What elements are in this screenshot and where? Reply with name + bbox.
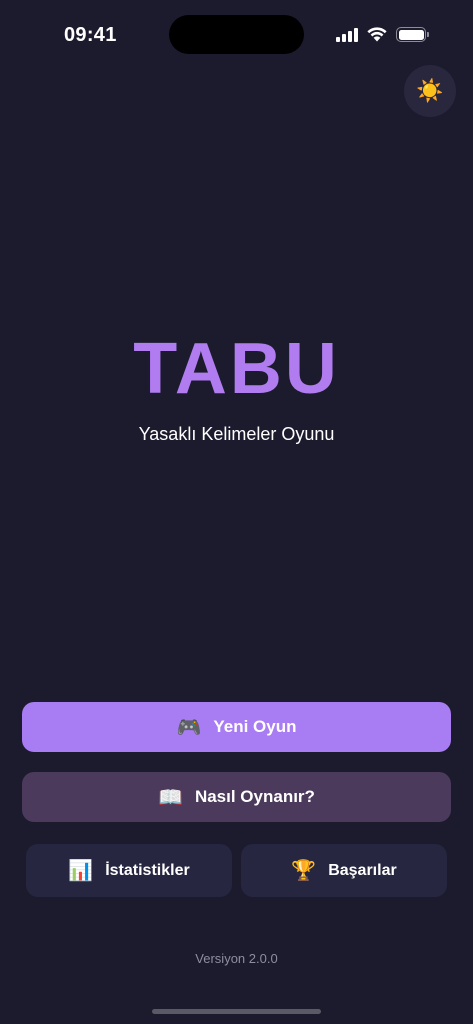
- sun-icon: ☀️: [416, 78, 444, 103]
- achievements-button[interactable]: 🏆 Başarılar: [241, 844, 447, 897]
- gamepad-icon: 🎮: [176, 716, 202, 739]
- bar-chart-icon: 📊: [68, 860, 94, 882]
- status-bar: 09:41: [0, 0, 473, 70]
- cellular-signal-icon: [336, 28, 360, 42]
- trophy-icon: 🏆: [291, 860, 317, 882]
- app-subtitle: Yasaklı Kelimeler Oyunu: [138, 424, 335, 444]
- wifi-icon: [367, 27, 387, 42]
- statistics-label: İstatistikler: [105, 861, 190, 879]
- status-time: 09:41: [64, 24, 117, 46]
- battery-icon: [396, 27, 429, 42]
- home-indicator[interactable]: [152, 1009, 321, 1014]
- theme-toggle-button[interactable]: ☀️: [404, 65, 456, 117]
- new-game-button[interactable]: 🎮 Yeni Oyun: [22, 702, 451, 752]
- new-game-label: Yeni Oyun: [213, 717, 297, 736]
- book-icon: 📖: [158, 786, 183, 809]
- how-to-play-button[interactable]: 📖 Nasıl Oynanır?: [22, 772, 451, 822]
- dynamic-island: [169, 15, 304, 54]
- version-text: Versiyon 2.0.0: [195, 951, 278, 966]
- app-title: TABU: [133, 329, 340, 409]
- achievements-label: Başarılar: [328, 861, 397, 879]
- how-to-play-label: Nasıl Oynanır?: [194, 787, 315, 806]
- statistics-button[interactable]: 📊 İstatistikler: [26, 844, 232, 897]
